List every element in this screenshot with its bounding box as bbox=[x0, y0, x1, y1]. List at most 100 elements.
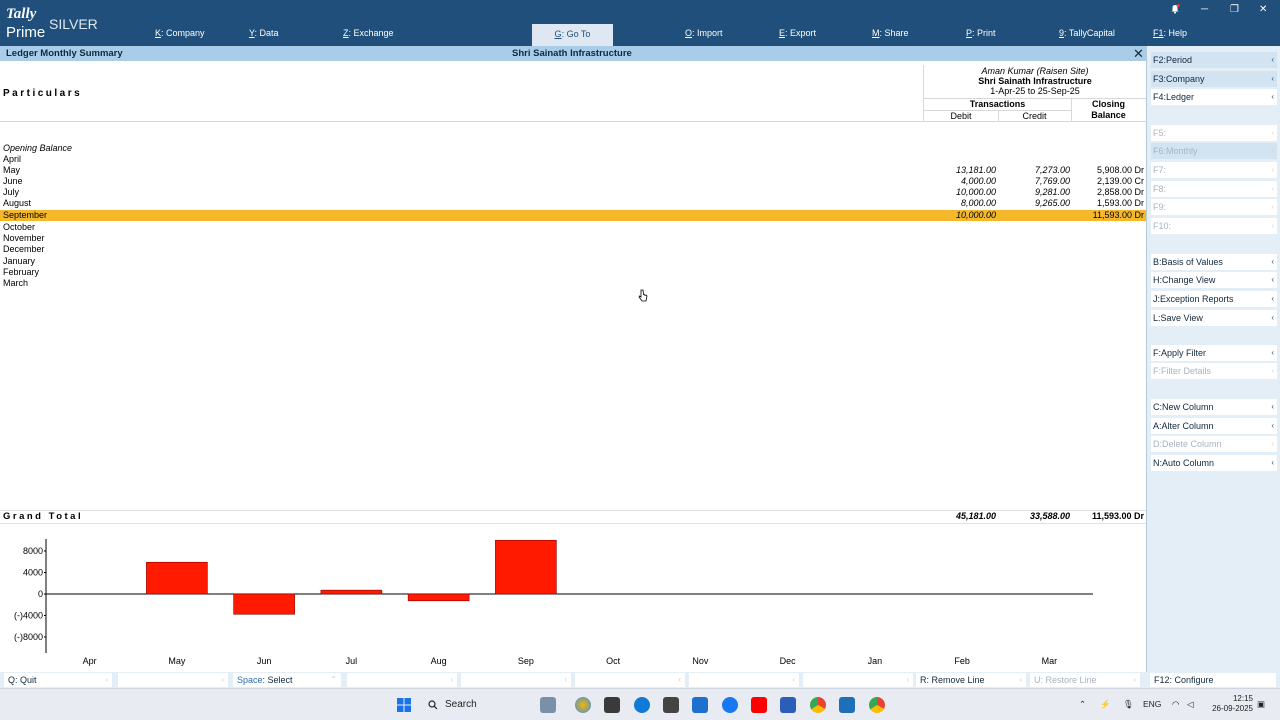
tray-chevron-icon[interactable]: ⌃ bbox=[1079, 699, 1086, 710]
chevron-icon: ‹ bbox=[1133, 675, 1136, 684]
clock-date: 26-09-2025 bbox=[1212, 704, 1253, 713]
month-row[interactable]: October bbox=[0, 222, 1146, 233]
volume-icon[interactable]: ◁ bbox=[1187, 699, 1194, 710]
store-icon[interactable] bbox=[780, 697, 796, 713]
panel-button-delete-column[interactable]: D:Delete Column ‹ bbox=[1151, 436, 1277, 452]
menu-exchange-label: Exchange bbox=[353, 28, 394, 38]
panel-button-monthly[interactable]: F6:Monthly ‹ bbox=[1151, 143, 1277, 159]
particulars-heading: Particulars bbox=[3, 88, 83, 99]
panel-button-f7[interactable]: F7: ‹ bbox=[1151, 162, 1277, 178]
month-row[interactable]: December bbox=[0, 244, 1146, 255]
bell-icon[interactable] bbox=[1170, 4, 1180, 14]
panel-button-alter-column[interactable]: A:Alter Column ‹ bbox=[1151, 418, 1277, 434]
wifi-icon[interactable]: ◠ bbox=[1172, 699, 1179, 710]
panel-button-f8[interactable]: F8: ‹ bbox=[1151, 181, 1277, 197]
restore-line-button[interactable]: U: Restore Line ‹ bbox=[1030, 673, 1140, 687]
chevron-left-icon: ‹ bbox=[1271, 202, 1274, 211]
month-row[interactable]: November bbox=[0, 233, 1146, 244]
snipping-tool-icon[interactable] bbox=[604, 697, 620, 713]
panel-button-label: Ledger bbox=[1166, 92, 1195, 102]
panel-button-key: F3 bbox=[1153, 74, 1164, 84]
close-window-icon[interactable]: ✕ bbox=[1259, 4, 1267, 15]
menu-share-label: Share bbox=[884, 28, 909, 38]
panel-button-apply-filter[interactable]: F:Apply Filter ‹ bbox=[1151, 345, 1277, 361]
menu-import[interactable]: O: Import bbox=[685, 28, 723, 38]
notification-icon[interactable]: ▣ bbox=[1257, 699, 1265, 710]
panel-button-save-view[interactable]: L:Save View ‹ bbox=[1151, 310, 1277, 326]
configure-button[interactable]: F12: Configure bbox=[1150, 673, 1276, 687]
panel-button-auto-column[interactable]: N:Auto Column ‹ bbox=[1151, 455, 1277, 471]
chart-y-tick-label: 8000 bbox=[23, 546, 43, 556]
menu-print[interactable]: P: Print bbox=[966, 28, 996, 38]
chart-bar bbox=[320, 589, 383, 595]
menu-share[interactable]: M: Share bbox=[872, 28, 909, 38]
panel-button-f10[interactable]: F10: ‹ bbox=[1151, 218, 1277, 234]
panel-button-label: Filter Details bbox=[1161, 366, 1212, 376]
month-row[interactable]: January bbox=[0, 256, 1146, 267]
minimize-icon[interactable]: ─ bbox=[1201, 4, 1208, 15]
chrome-icon[interactable] bbox=[810, 697, 826, 713]
closing-heading-line2: Balance bbox=[1091, 110, 1126, 120]
language-indicator[interactable]: ENG bbox=[1143, 699, 1161, 709]
microphone-icon[interactable]: 🎙 bbox=[1123, 699, 1134, 710]
quit-button[interactable]: Q: Quit ‹ bbox=[4, 673, 112, 687]
empty-button-slot: ‹ bbox=[575, 673, 685, 687]
menu-export[interactable]: E: Export bbox=[779, 28, 816, 38]
system-clock[interactable]: 12:15 26-09-2025 bbox=[1207, 694, 1253, 714]
month-row[interactable]: April bbox=[0, 154, 1146, 165]
report-body: Particulars Aman Kumar (Raisen Site) Shr… bbox=[0, 61, 1146, 672]
grand-total-rule bbox=[0, 523, 1146, 524]
panel-button-separator: : bbox=[1163, 184, 1167, 194]
panel-button-filter-details[interactable]: F:Filter Details ‹ bbox=[1151, 363, 1277, 379]
copilot-icon[interactable] bbox=[575, 697, 591, 713]
header-col-divider bbox=[1071, 98, 1072, 121]
menu-goto-key: G bbox=[554, 29, 562, 39]
panel-button-exception-reports[interactable]: J:Exception Reports ‹ bbox=[1151, 291, 1277, 307]
panel-button-company[interactable]: F3:Company ‹ bbox=[1151, 71, 1277, 87]
select-button[interactable]: Space: Select ⌃ bbox=[233, 673, 341, 687]
panel-button-f5[interactable]: F5: ‹ bbox=[1151, 125, 1277, 141]
edge-browser-icon[interactable] bbox=[634, 697, 650, 713]
menu-data[interactable]: Y: Data bbox=[249, 28, 279, 38]
photos-icon[interactable] bbox=[663, 697, 679, 713]
youtube-icon[interactable] bbox=[751, 697, 767, 713]
widgets-icon[interactable] bbox=[540, 697, 556, 713]
panel-button-f9[interactable]: F9: ‹ bbox=[1151, 199, 1277, 215]
restore-icon[interactable]: ❐ bbox=[1230, 4, 1239, 15]
remove-line-button[interactable]: R: Remove Line ‹ bbox=[916, 673, 1026, 687]
panel-button-ledger[interactable]: F4:Ledger ‹ bbox=[1151, 89, 1277, 105]
chevron-left-icon: ‹ bbox=[1271, 402, 1274, 411]
panel-button-period[interactable]: F2:Period ‹ bbox=[1151, 52, 1277, 68]
facebook-icon[interactable] bbox=[722, 697, 738, 713]
month-row[interactable]: June 4,000.00 7,769.00 2,139.00 Cr bbox=[0, 176, 1146, 187]
month-row[interactable]: August 8,000.00 9,265.00 1,593.00 Dr bbox=[0, 198, 1146, 209]
chart-x-tick-label: Nov bbox=[692, 656, 709, 666]
calculator-icon[interactable] bbox=[692, 697, 708, 713]
menu-share-key: M bbox=[872, 28, 880, 38]
menu-company[interactable]: K: Company bbox=[155, 28, 205, 38]
menu-goto[interactable]: G: Go To bbox=[532, 24, 613, 46]
month-row-selected[interactable]: September 10,000.00 11,593.00 Dr bbox=[0, 210, 1146, 221]
logo-product: Prime bbox=[6, 24, 46, 41]
panel-button-new-column[interactable]: C:New Column ‹ bbox=[1151, 399, 1277, 415]
month-row[interactable]: July 10,000.00 9,281.00 2,858.00 Dr bbox=[0, 187, 1146, 198]
chart-bar bbox=[233, 593, 295, 615]
clock-time: 12:15 bbox=[1232, 694, 1253, 703]
menu-tallycapital[interactable]: 9: TallyCapital bbox=[1059, 28, 1115, 38]
close-report-icon[interactable]: ✕ bbox=[1133, 46, 1144, 62]
windows-start-icon[interactable] bbox=[396, 697, 412, 713]
tallyprime-taskbar-icon[interactable] bbox=[839, 697, 855, 713]
panel-button-change-view[interactable]: H:Change View ‹ bbox=[1151, 272, 1277, 288]
taskbar-search[interactable]: Search bbox=[423, 696, 535, 714]
menu-tallycapital-key: 9 bbox=[1059, 28, 1065, 38]
month-row[interactable]: March bbox=[0, 278, 1146, 289]
panel-button-basis-of-values[interactable]: B:Basis of Values ‹ bbox=[1151, 254, 1277, 270]
menu-help[interactable]: F1: Help bbox=[1153, 28, 1187, 38]
month-row[interactable]: February bbox=[0, 267, 1146, 278]
menu-exchange[interactable]: Z: Exchange bbox=[343, 28, 394, 38]
opening-balance-row[interactable]: Opening Balance bbox=[0, 143, 1146, 154]
month-row[interactable]: May 13,181.00 7,273.00 5,908.00 Dr bbox=[0, 165, 1146, 176]
network-icon[interactable]: ⚡ bbox=[1100, 699, 1111, 710]
chrome-profile-icon[interactable] bbox=[869, 697, 885, 713]
menu-import-label: Import bbox=[697, 28, 723, 38]
